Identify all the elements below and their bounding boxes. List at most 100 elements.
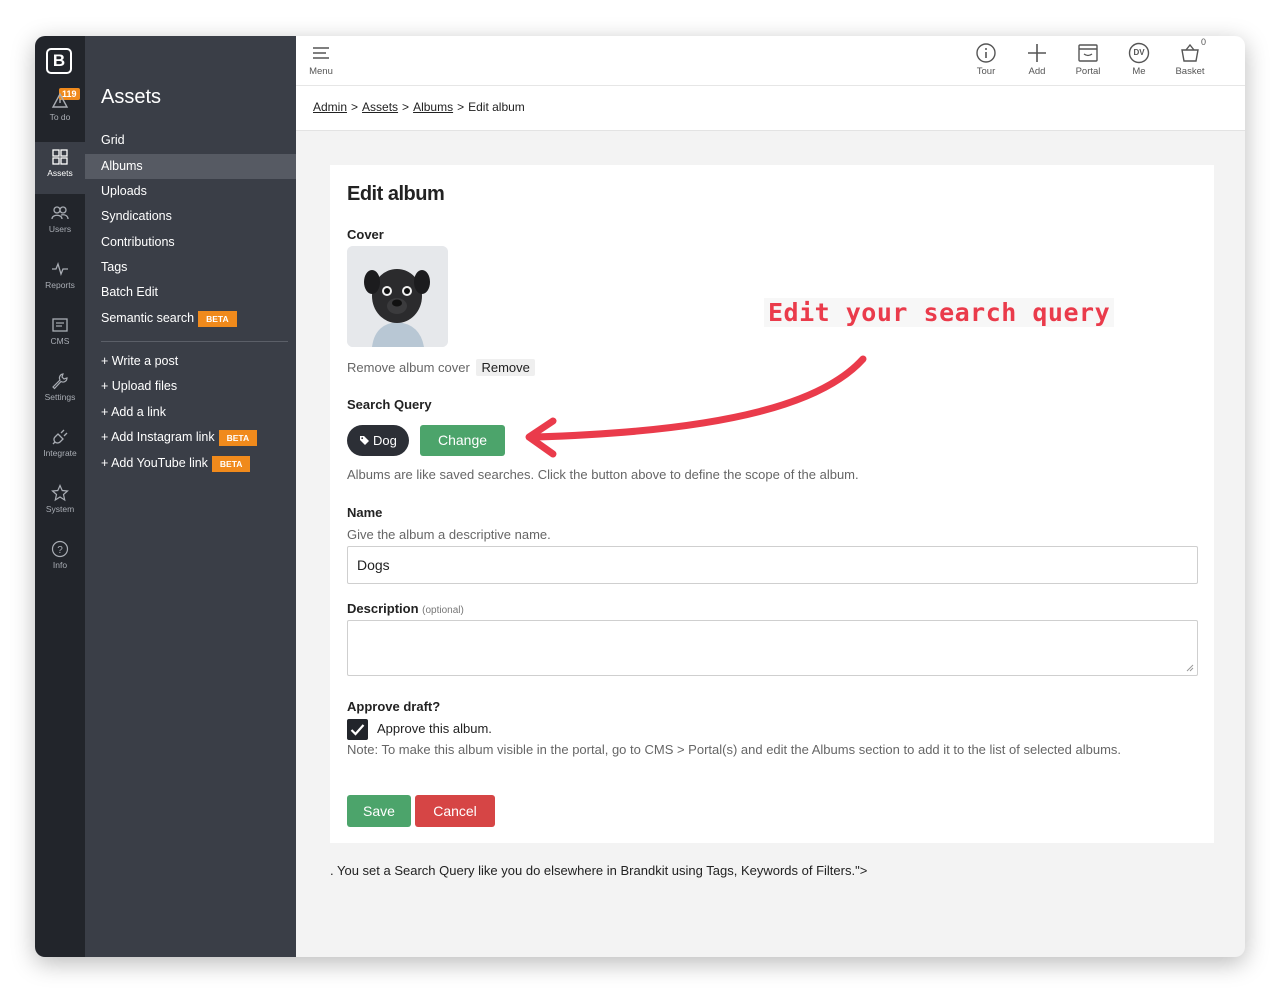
footnote-text: . You set a Search Query like you do els… xyxy=(330,863,868,878)
basket-icon xyxy=(1181,43,1199,62)
name-label: Name xyxy=(347,505,383,520)
sidebar-item-syndications[interactable]: Syndications xyxy=(85,204,296,229)
breadcrumb-separator: > xyxy=(351,100,359,114)
cms-icon xyxy=(52,318,68,332)
breadcrumb-link-assets[interactable]: Assets xyxy=(362,100,398,114)
rail-item-assets[interactable]: Assets xyxy=(35,142,85,194)
change-query-button[interactable]: Change xyxy=(420,425,505,456)
description-label-row: Description (optional) xyxy=(347,601,464,616)
wrench-icon xyxy=(52,373,68,390)
help-circle-icon: ? xyxy=(51,540,69,558)
rail-label: Settings xyxy=(44,392,76,402)
album-description-textarea[interactable] xyxy=(347,620,1198,676)
menu-button[interactable]: Menu xyxy=(301,42,341,77)
rail-label: Integrate xyxy=(43,448,77,458)
sidebar-item-label: Tags xyxy=(101,260,128,274)
sidebar-title: Assets xyxy=(101,86,162,108)
rail-label: Info xyxy=(52,560,68,570)
grid-icon xyxy=(52,149,68,165)
rail-item-reports[interactable]: Reports xyxy=(35,254,85,306)
sidebar-item-label: Semantic search xyxy=(101,311,195,325)
approve-checkbox[interactable] xyxy=(347,719,368,740)
rail-item-info[interactable]: ? Info xyxy=(35,534,85,586)
sidebar-item-label: Albums xyxy=(101,159,143,173)
rail-item-cms[interactable]: CMS xyxy=(35,310,85,362)
breadcrumb-separator: > xyxy=(402,100,410,114)
approve-draft-label: Approve draft? xyxy=(347,699,441,714)
me-initials: DV xyxy=(1133,48,1145,57)
sidebar-action-write-post[interactable]: + Write a post xyxy=(85,349,296,374)
rail-label: CMS xyxy=(50,336,70,346)
breadcrumb: Admin > Assets > Albums > Edit album xyxy=(296,86,1245,131)
star-icon xyxy=(51,484,69,502)
tour-button[interactable]: Tour xyxy=(966,42,1006,77)
sidebar-item-uploads[interactable]: Uploads xyxy=(85,179,296,204)
sidebar-item-albums[interactable]: Albums xyxy=(85,154,296,179)
sidebar-item-label: Syndications xyxy=(101,209,172,223)
remove-cover-row: Remove album cover Remove xyxy=(347,359,535,376)
sidebar-item-grid[interactable]: Grid xyxy=(85,128,296,153)
portal-label: Portal xyxy=(1075,66,1101,77)
breadcrumb-link-admin[interactable]: Admin xyxy=(313,100,347,114)
search-tag-pill[interactable]: Dog xyxy=(347,425,409,456)
sidebar-item-label: Batch Edit xyxy=(101,285,158,299)
add-button[interactable]: Add xyxy=(1017,42,1057,77)
svg-text:?: ? xyxy=(57,545,63,556)
sidebar-item-contributions[interactable]: Contributions xyxy=(85,230,296,255)
brandkit-logo[interactable]: B xyxy=(46,48,72,74)
dog-photo-icon xyxy=(347,246,448,347)
sidebar-action-add-link[interactable]: + Add a link xyxy=(85,400,296,425)
breadcrumb-separator: > xyxy=(457,100,465,114)
plug-icon xyxy=(52,429,68,445)
portal-button[interactable]: Portal xyxy=(1068,42,1108,77)
description-label: Description xyxy=(347,601,419,616)
rail-item-settings[interactable]: Settings xyxy=(35,366,85,418)
basket-button[interactable]: 0 Basket xyxy=(1170,37,1210,77)
search-query-label: Search Query xyxy=(347,397,432,412)
sidebar-item-batch-edit[interactable]: Batch Edit xyxy=(85,280,296,305)
pulse-icon xyxy=(52,262,68,276)
annotation-arrow-icon xyxy=(525,355,867,458)
resize-handle-icon[interactable] xyxy=(1186,664,1194,672)
remove-cover-text: Remove album cover xyxy=(347,360,470,375)
search-tag-label: Dog xyxy=(373,433,397,448)
cancel-button[interactable]: Cancel xyxy=(415,795,495,827)
basket-label: Basket xyxy=(1175,66,1205,77)
album-name-input[interactable]: Dogs xyxy=(347,546,1198,584)
sidebar-action-label: + Upload files xyxy=(101,379,178,393)
annotation-callout: Edit your search query xyxy=(764,298,1115,327)
approve-checkbox-label[interactable]: Approve this album. xyxy=(377,721,492,736)
rail-label: Users xyxy=(48,224,72,234)
sidebar-action-label: + Add a link xyxy=(101,405,166,419)
rail-label: Reports xyxy=(45,280,75,290)
todo-warning-icon xyxy=(51,92,69,108)
rail-item-users[interactable]: Users xyxy=(35,198,85,250)
basket-count: 0 xyxy=(1200,37,1206,47)
users-icon xyxy=(51,206,69,220)
page-title: Edit album xyxy=(347,183,445,205)
menu-label: Menu xyxy=(309,66,333,77)
cover-label: Cover xyxy=(347,227,384,242)
beta-badge: BETA xyxy=(198,310,237,327)
sidebar-item-tags[interactable]: Tags xyxy=(85,255,296,280)
rail-item-integrate[interactable]: Integrate xyxy=(35,422,85,474)
me-button[interactable]: DV Me xyxy=(1119,42,1159,77)
info-circle-icon xyxy=(976,43,996,63)
rail-label: Assets xyxy=(47,168,73,178)
sidebar-item-semantic-search[interactable]: Semantic search BETA xyxy=(85,306,296,331)
tag-icon xyxy=(360,436,369,445)
rail-item-todo[interactable]: To do xyxy=(35,86,85,138)
sidebar-action-label: + Add Instagram link xyxy=(101,430,215,444)
rail-item-system[interactable]: System xyxy=(35,478,85,530)
add-label: Add xyxy=(1028,66,1046,77)
sidebar-action-add-instagram[interactable]: + Add Instagram link BETA xyxy=(85,425,296,450)
sidebar-action-upload-files[interactable]: + Upload files xyxy=(85,374,296,399)
checkmark-icon xyxy=(350,724,365,736)
assets-sidebar: Assets Grid Albums Uploads Syndications … xyxy=(85,36,296,957)
name-help: Give the album a descriptive name. xyxy=(347,527,551,542)
top-bar: Menu Tour Add Portal DV Me 0 Basket xyxy=(296,36,1245,86)
sidebar-action-add-youtube[interactable]: + Add YouTube link BETA xyxy=(85,451,296,476)
save-button[interactable]: Save xyxy=(347,795,411,827)
tour-label: Tour xyxy=(976,66,996,77)
breadcrumb-link-albums[interactable]: Albums xyxy=(413,100,453,114)
